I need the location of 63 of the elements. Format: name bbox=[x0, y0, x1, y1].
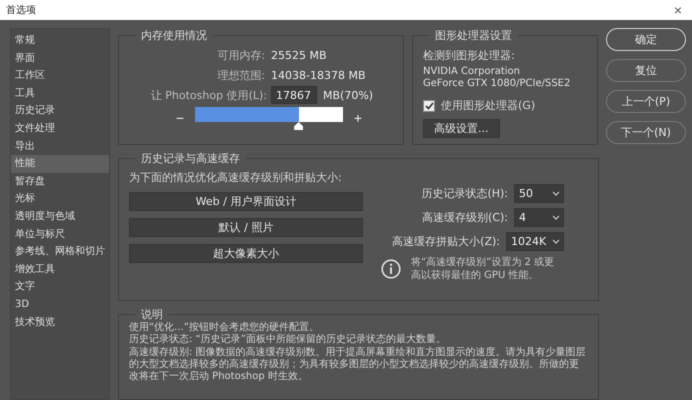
preset-button[interactable]: 超大像素大小 bbox=[129, 244, 363, 263]
sidebar-item[interactable]: 单位与标尺 bbox=[11, 226, 109, 244]
preset-button[interactable]: Web / 用户界面设计 bbox=[129, 192, 363, 211]
sidebar-item[interactable]: 导出 bbox=[11, 138, 109, 156]
info-text: 将“高速缓存级别”设置为 2 或更高以获得最佳的 GPU 性能。 bbox=[411, 256, 556, 282]
gpu-checkbox[interactable] bbox=[423, 100, 435, 112]
sidebar-item[interactable]: 文件处理 bbox=[11, 120, 109, 138]
field-label: 历史记录状态(H): bbox=[421, 186, 508, 201]
memory-percent: MB(70%) bbox=[323, 88, 374, 102]
panel-title: 内存使用情况 bbox=[140, 28, 208, 43]
dialog-button[interactable]: 下一个(N) bbox=[606, 121, 686, 144]
slider-thumb[interactable] bbox=[294, 122, 304, 130]
field-label: 高速缓存拼贴大小(Z): bbox=[392, 234, 500, 249]
sidebar-item[interactable]: 参考线、网格和切片 bbox=[11, 243, 109, 261]
dialog-button[interactable]: 确定 bbox=[606, 28, 686, 51]
sidebar-item[interactable]: 界面 bbox=[11, 50, 109, 68]
dialog-button[interactable]: 复位 bbox=[606, 59, 686, 82]
sidebar-item[interactable]: 历史记录 bbox=[11, 102, 109, 120]
plus-button[interactable]: + bbox=[353, 110, 363, 126]
check-icon bbox=[424, 102, 434, 110]
panel-title: 历史记录与高速缓存 bbox=[140, 151, 241, 166]
description-text: 高速缓存级别: 图像数据的高速缓存级别数。用于提高屏幕重绘和直方图显示的速度。请为具有少量图层的大型文档选择较多的高速缓存级别；为具有较多图层的小型文档选择较少的高速缓存级别。所做的更改将在下一次启动 Photoshop 时生效。 bbox=[129, 346, 587, 384]
chevron-down-icon bbox=[552, 214, 560, 220]
dropdown[interactable]: 4 bbox=[514, 208, 564, 227]
field-label: 高速缓存级别(C): bbox=[422, 210, 508, 225]
sidebar-item[interactable]: 光标 bbox=[11, 190, 109, 208]
dropdown[interactable]: 1024K bbox=[506, 232, 564, 251]
close-button[interactable]: × bbox=[672, 2, 684, 18]
description-text: 历史记录状态: “历史记录”面板中所能保留的历史记录状态的最大数量。 bbox=[129, 334, 447, 346]
minus-button[interactable]: − bbox=[175, 110, 185, 126]
sidebar-item[interactable]: 性能 bbox=[11, 155, 109, 173]
memory-label: 理想范围: bbox=[216, 68, 266, 82]
sidebar-item[interactable]: 工具 bbox=[11, 84, 109, 102]
optimize-label: 为下面的情况优化高速缓存级别和拼贴大小: bbox=[129, 170, 343, 185]
memory-label: 可用内存: bbox=[216, 48, 266, 62]
sidebar-item[interactable]: 技术预览 bbox=[11, 314, 109, 332]
window-title: 首选项 bbox=[6, 4, 36, 17]
preset-button[interactable]: 默认 / 照片 bbox=[129, 218, 363, 237]
sidebar-item[interactable]: 常规 bbox=[11, 32, 109, 50]
gpu-model: GeForce GTX 1080/PCIe/SSE2 bbox=[423, 78, 572, 90]
memory-use-label: 让 Photoshop 使用(L): bbox=[150, 88, 267, 102]
panel-title: 说明 bbox=[140, 307, 164, 322]
gpu-vendor: NVIDIA Corporation bbox=[423, 66, 522, 78]
sidebar-item[interactable]: 透明度与色域 bbox=[11, 208, 109, 226]
sidebar-item[interactable]: 增效工具 bbox=[11, 260, 109, 278]
chevron-down-icon bbox=[552, 238, 560, 244]
dropdown[interactable]: 50 bbox=[514, 184, 564, 203]
gpu-detected-label: 检测到图形处理器: bbox=[423, 48, 516, 63]
advanced-settings-button[interactable]: 高级设置... bbox=[423, 119, 500, 138]
chevron-down-icon bbox=[552, 190, 560, 196]
description-text: 使用“优化...”按钮时会考虑您的硬件配置。 bbox=[129, 322, 320, 334]
sidebar-item[interactable]: 文字 bbox=[11, 278, 109, 296]
info-icon bbox=[381, 259, 401, 279]
memory-input[interactable]: 17867 bbox=[271, 86, 317, 104]
dialog-button[interactable]: 上一个(P) bbox=[606, 90, 686, 113]
sidebar-item[interactable]: 暂存盘 bbox=[11, 172, 109, 190]
memory-value: 14038-18378 MB bbox=[271, 68, 366, 82]
sidebar-item[interactable]: 工作区 bbox=[11, 67, 109, 85]
sidebar-item[interactable]: 3D bbox=[11, 296, 109, 314]
memory-slider[interactable] bbox=[195, 106, 343, 130]
panel-title: 图形处理器设置 bbox=[434, 28, 513, 43]
checkbox-label: 使用图形处理器(G) bbox=[441, 98, 536, 113]
memory-value: 25525 MB bbox=[271, 48, 327, 62]
